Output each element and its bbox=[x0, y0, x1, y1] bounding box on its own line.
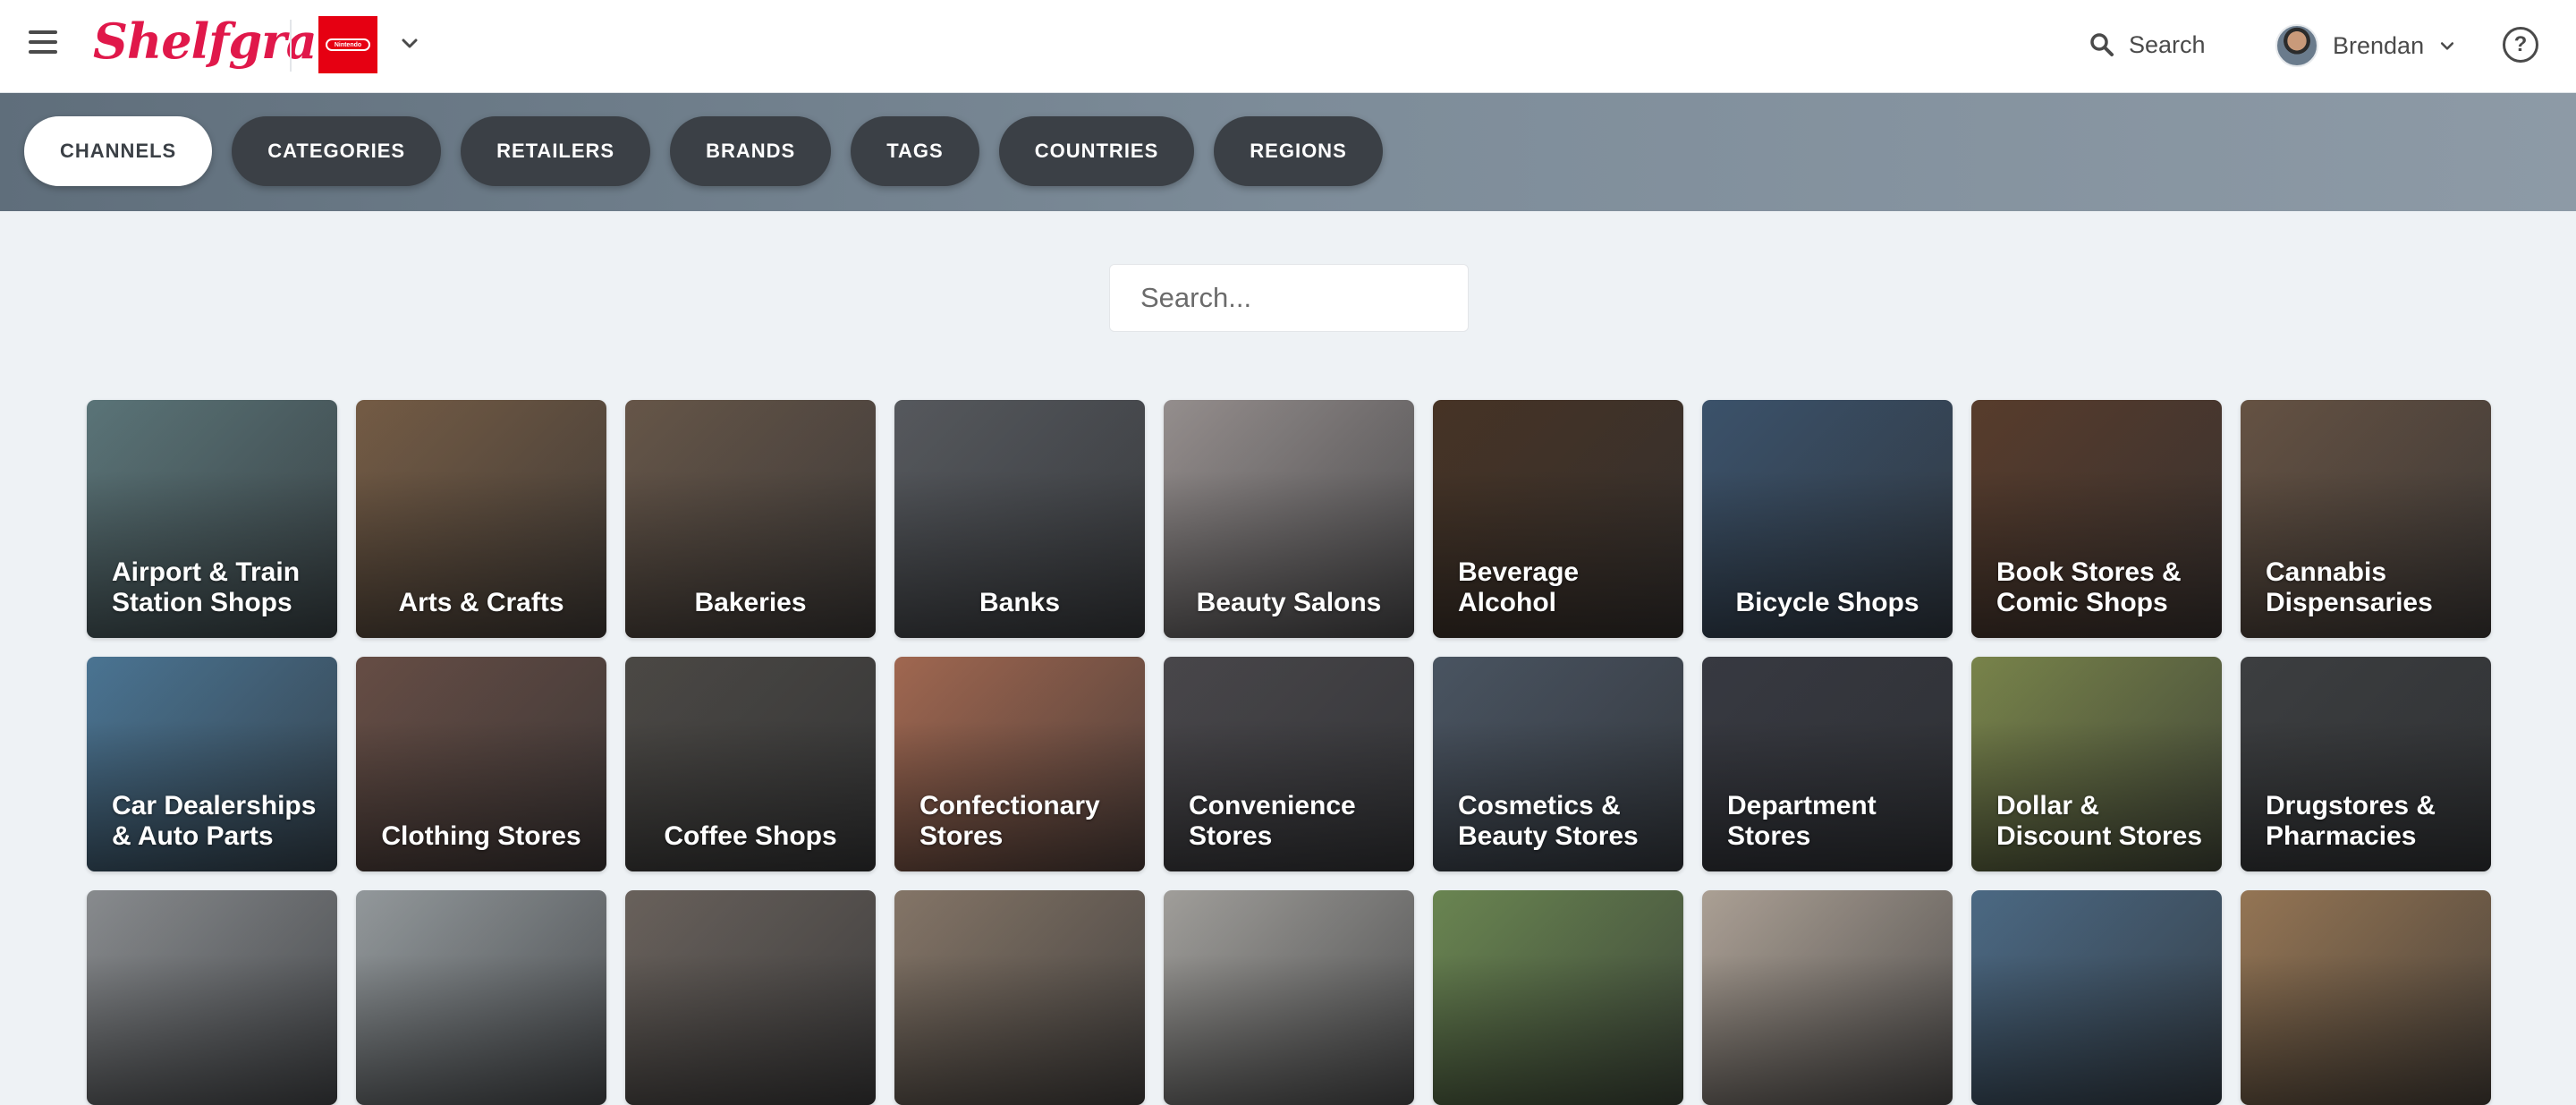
tab-categories[interactable]: CATEGORIES bbox=[232, 116, 442, 186]
channel-card[interactable]: Drugstores & Pharmacies bbox=[2241, 657, 2491, 871]
channel-card[interactable]: Beauty Salons bbox=[1164, 400, 1414, 638]
brand-switcher-logo[interactable]: Nintendo bbox=[318, 16, 377, 73]
channel-card[interactable]: Banks bbox=[894, 400, 1145, 638]
tab-countries[interactable]: COUNTRIES bbox=[998, 116, 1195, 186]
channel-card-label: Confectionary Stores bbox=[919, 791, 1100, 851]
channel-card[interactable]: Coffee Shops bbox=[625, 657, 876, 871]
channel-card[interactable]: Arts & Crafts bbox=[356, 400, 606, 638]
chevron-down-icon bbox=[2441, 42, 2454, 50]
channel-card[interactable]: Clothing Stores bbox=[356, 657, 606, 871]
help-icon[interactable]: ? bbox=[2503, 27, 2538, 63]
channel-card[interactable]: Airport & Train Station Shops bbox=[87, 400, 337, 638]
channel-card-label: Cosmetics & Beauty Stores bbox=[1458, 791, 1639, 851]
top-bar: Shelfgram Nintendo Search Brendan ? bbox=[0, 0, 2576, 93]
channel-card-label: Car Dealerships & Auto Parts bbox=[112, 791, 317, 851]
channel-grid: Airport & Train Station Shops Arts & Craf… bbox=[87, 400, 2491, 1105]
channel-card-label: Beverage Alcohol bbox=[1458, 557, 1580, 617]
filter-tabs: CHANNELS CATEGORIES RETAILERS BRANDS TAGS COU… bbox=[24, 116, 1383, 186]
channel-card[interactable]: Book Stores & Comic Shops bbox=[1971, 400, 2222, 638]
channel-card[interactable] bbox=[1164, 890, 1414, 1105]
tab-regions[interactable]: REGIONS bbox=[1214, 116, 1383, 186]
channel-card[interactable] bbox=[356, 890, 606, 1105]
channel-card[interactable]: Beverage Alcohol bbox=[1433, 400, 1683, 638]
channel-card[interactable]: Department Stores bbox=[1702, 657, 1953, 871]
menu-icon[interactable] bbox=[29, 30, 57, 59]
tab-retailers[interactable]: RETAILERS bbox=[461, 116, 651, 186]
chevron-down-icon[interactable] bbox=[399, 32, 420, 54]
channel-card-label: Coffee Shops bbox=[664, 821, 837, 851]
header-search-button[interactable]: Search bbox=[2089, 27, 2206, 63]
channel-search-input[interactable] bbox=[1109, 264, 1469, 332]
channel-card[interactable] bbox=[625, 890, 876, 1105]
channel-card-label: Clothing Stores bbox=[381, 821, 581, 851]
channel-card[interactable]: Bicycle Shops bbox=[1702, 400, 1953, 638]
channel-card[interactable]: Car Dealerships & Auto Parts bbox=[87, 657, 337, 871]
user-name: Brendan bbox=[2333, 31, 2425, 59]
channel-card[interactable] bbox=[2241, 890, 2491, 1105]
search-icon bbox=[2090, 33, 2114, 56]
channel-card[interactable]: Cosmetics & Beauty Stores bbox=[1433, 657, 1683, 871]
channel-card-label: Book Stores & Comic Shops bbox=[1996, 557, 2182, 617]
channel-card[interactable]: Dollar & Discount Stores bbox=[1971, 657, 2222, 871]
channel-card[interactable] bbox=[1971, 890, 2222, 1105]
channel-card[interactable]: Cannabis Dispensaries bbox=[2241, 400, 2491, 638]
brand-chip-text: Nintendo bbox=[326, 38, 370, 51]
channel-card-label: Beauty Salons bbox=[1196, 588, 1382, 617]
channel-card[interactable]: Bakeries bbox=[625, 400, 876, 638]
tab-tags[interactable]: TAGS bbox=[851, 116, 979, 186]
channel-card[interactable] bbox=[1433, 890, 1683, 1105]
user-menu[interactable]: Brendan bbox=[2275, 23, 2456, 68]
header-divider bbox=[290, 20, 292, 72]
channel-card-label: Airport & Train Station Shops bbox=[112, 557, 301, 617]
header-search-label: Search bbox=[2129, 30, 2206, 58]
channel-card-label: Drugstores & Pharmacies bbox=[2266, 791, 2436, 851]
channel-card-label: Bicycle Shops bbox=[1735, 588, 1919, 617]
channel-card-label: Dollar & Discount Stores bbox=[1996, 791, 2203, 851]
channel-card[interactable] bbox=[87, 890, 337, 1105]
channel-card-label: Cannabis Dispensaries bbox=[2266, 557, 2433, 617]
channel-card[interactable]: Confectionary Stores bbox=[894, 657, 1145, 871]
tab-brands[interactable]: BRANDS bbox=[670, 116, 832, 186]
filter-bar: CHANNELS CATEGORIES RETAILERS BRANDS TAGS COU… bbox=[0, 93, 2576, 211]
channel-card[interactable]: Convenience Stores bbox=[1164, 657, 1414, 871]
channel-card[interactable] bbox=[894, 890, 1145, 1105]
channel-card-label: Department Stores bbox=[1727, 791, 1877, 851]
channel-card[interactable] bbox=[1702, 890, 1953, 1105]
avatar bbox=[2275, 24, 2318, 67]
channel-card-label: Convenience Stores bbox=[1189, 791, 1356, 851]
channel-card-label: Banks bbox=[979, 588, 1061, 617]
channel-card-label: Arts & Crafts bbox=[398, 588, 564, 617]
tab-channels[interactable]: CHANNELS bbox=[24, 116, 213, 186]
channel-card-label: Bakeries bbox=[694, 588, 807, 617]
